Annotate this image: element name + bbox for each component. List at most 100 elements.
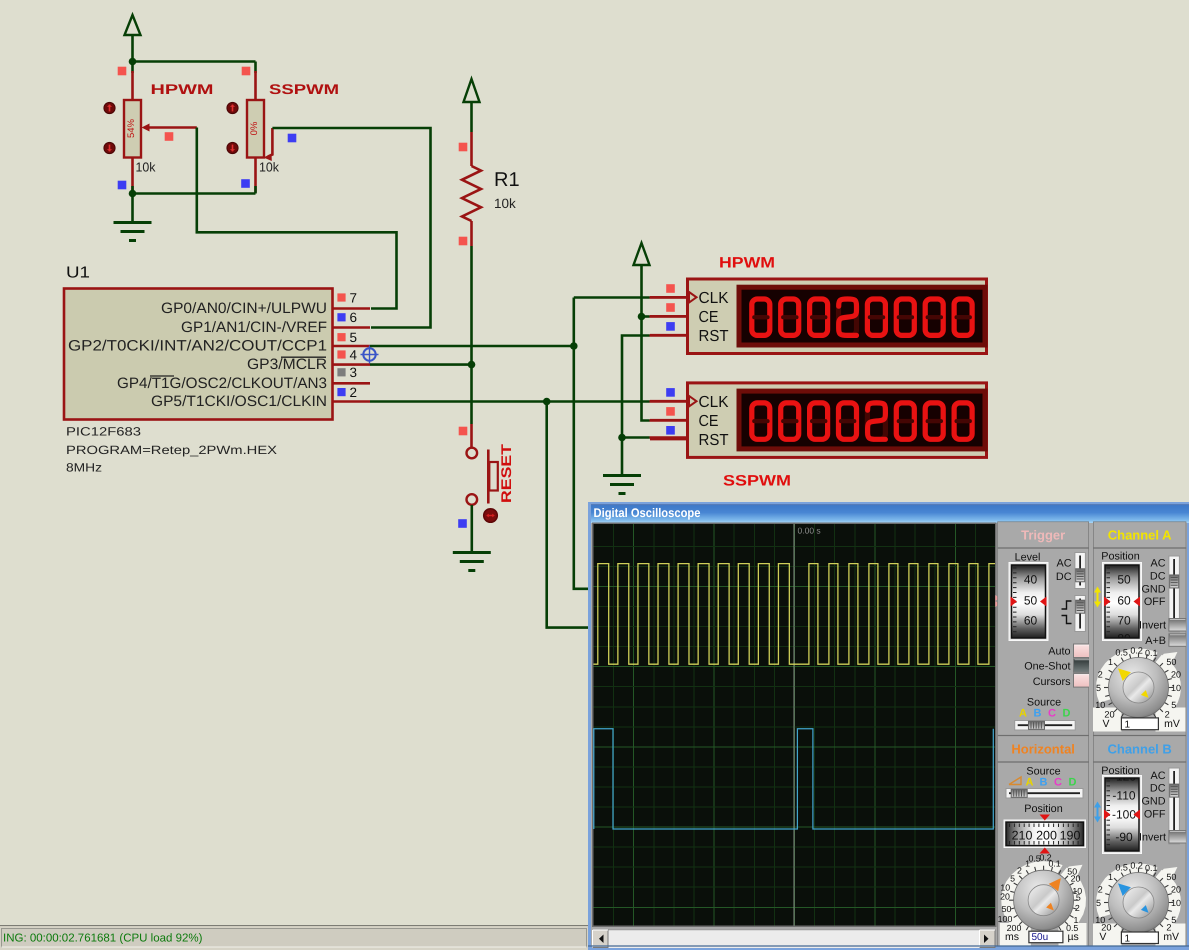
svg-text:0%: 0% [249,121,260,135]
svg-text:DC: DC [1056,571,1072,583]
svg-text:Source: Source [1026,765,1060,777]
svg-text:3: 3 [350,365,358,380]
svg-text:D: D [1069,777,1077,789]
svg-text:CE: CE [699,309,719,326]
svg-text:HPWM: HPWM [151,81,214,97]
svg-text:0.1: 0.1 [1048,859,1060,869]
svg-text:1: 1 [1125,719,1131,730]
svg-text:20: 20 [1171,885,1181,895]
svg-text:0.5: 0.5 [1115,862,1128,872]
svg-text:0.00 s: 0.00 s [798,526,821,536]
svg-text:20: 20 [1071,873,1081,883]
svg-text:Invert: Invert [1139,832,1166,844]
svg-text:GP4/T1G/OSC2/CLKOUT/AN3: GP4/T1G/OSC2/CLKOUT/AN3 [117,375,327,392]
svg-text:50: 50 [1166,872,1176,882]
svg-text:Position: Position [1024,803,1062,815]
svg-text:GP2/T0CKI/INT/AN2/COUT/CCP1: GP2/T0CKI/INT/AN2/COUT/CCP1 [68,338,327,355]
svg-text:5: 5 [1076,893,1081,903]
svg-text:GP0/AN0/CIN+/ULPWU: GP0/AN0/CIN+/ULPWU [161,300,327,317]
svg-text:A: A [1019,708,1027,720]
svg-text:2: 2 [1075,903,1080,913]
svg-text:2: 2 [1017,865,1022,875]
svg-text:0.2: 0.2 [1130,861,1143,871]
svg-text:B: B [1040,777,1048,789]
svg-text:210: 210 [1012,829,1033,843]
svg-text:GND: GND [1142,583,1166,595]
svg-text:A: A [1026,777,1034,789]
svg-text:AC: AC [1057,558,1072,570]
svg-text:10k: 10k [136,160,156,175]
svg-text:8MHz: 8MHz [66,461,102,475]
svg-text:U1: U1 [66,265,90,282]
svg-text:PIC12F683: PIC12F683 [66,425,141,439]
svg-text:50: 50 [1166,657,1176,667]
svg-text:50: 50 [1024,594,1038,608]
svg-text:1: 1 [1125,933,1131,944]
svg-text:RST: RST [699,432,729,449]
svg-text:mV: mV [1163,931,1179,943]
svg-text:OFF: OFF [1144,808,1166,820]
svg-text:20: 20 [1000,892,1010,902]
svg-text:10k: 10k [259,160,279,175]
svg-text:Horizontal: Horizontal [1011,742,1075,757]
svg-text:RESET: RESET [498,443,514,503]
svg-text:C: C [1054,777,1062,789]
svg-text:HPWM: HPWM [719,255,775,272]
svg-text:1: 1 [1025,859,1030,869]
svg-text:0.5: 0.5 [1115,647,1128,657]
svg-text:µs: µs [1067,931,1078,943]
svg-text:A+B: A+B [1145,635,1166,647]
svg-text:Position: Position [1101,551,1139,563]
svg-text:7: 7 [350,290,358,305]
svg-text:5: 5 [350,330,358,345]
svg-text:Level: Level [1015,552,1041,564]
svg-text:Channel B: Channel B [1108,742,1172,757]
svg-text:1: 1 [1108,872,1113,882]
svg-text:OFF: OFF [1144,596,1166,608]
svg-text:50: 50 [1117,573,1131,587]
svg-text:CE: CE [699,413,719,430]
svg-text:54%: 54% [126,118,137,138]
svg-text:60: 60 [1117,594,1131,608]
svg-text:0.2: 0.2 [1130,646,1143,656]
svg-text:2: 2 [1098,885,1103,895]
svg-text:DC: DC [1150,783,1166,795]
svg-text:-100: -100 [1112,808,1136,822]
svg-text:5: 5 [1010,873,1015,883]
svg-text:C: C [1048,708,1056,720]
svg-text:R1: R1 [494,169,520,191]
svg-text:10k: 10k [494,196,516,211]
svg-text:5: 5 [1096,898,1101,908]
svg-text:V: V [1102,718,1109,730]
svg-text:-90: -90 [1115,830,1133,844]
svg-text:-110: -110 [1112,789,1135,803]
svg-text:2: 2 [1098,670,1103,680]
svg-text:4: 4 [350,347,358,362]
svg-text:5: 5 [1171,700,1176,710]
svg-text:ms: ms [1005,931,1019,943]
svg-text:10: 10 [1095,700,1105,710]
svg-text:RST: RST [699,328,729,345]
svg-text:GP1/AN1/CIN-/VREF: GP1/AN1/CIN-/VREF [181,319,327,336]
svg-text:10: 10 [1171,683,1181,693]
svg-text:AC: AC [1151,770,1166,782]
svg-text:50: 50 [1002,904,1012,914]
svg-text:CLK: CLK [699,394,729,411]
svg-text:1: 1 [1108,657,1113,667]
svg-text:PROGRAM=Retep_2PWm.HEX: PROGRAM=Retep_2PWm.HEX [66,443,277,457]
svg-text:40: 40 [1024,573,1038,587]
svg-text:10: 10 [1171,898,1181,908]
svg-text:CLK: CLK [699,290,729,307]
svg-text:V: V [1099,931,1106,943]
svg-text:Channel A: Channel A [1108,528,1172,543]
svg-text:Trigger: Trigger [1021,528,1065,543]
svg-text:200: 200 [1036,829,1057,843]
svg-text:One-Shot: One-Shot [1024,661,1070,673]
svg-text:2: 2 [350,385,358,400]
svg-text:70: 70 [1117,614,1131,628]
svg-text:60: 60 [1024,614,1038,628]
svg-text:B: B [1034,708,1042,720]
svg-text:AC: AC [1151,557,1166,569]
svg-text:GND: GND [1142,795,1166,807]
svg-text:SSPWM: SSPWM [723,473,791,490]
